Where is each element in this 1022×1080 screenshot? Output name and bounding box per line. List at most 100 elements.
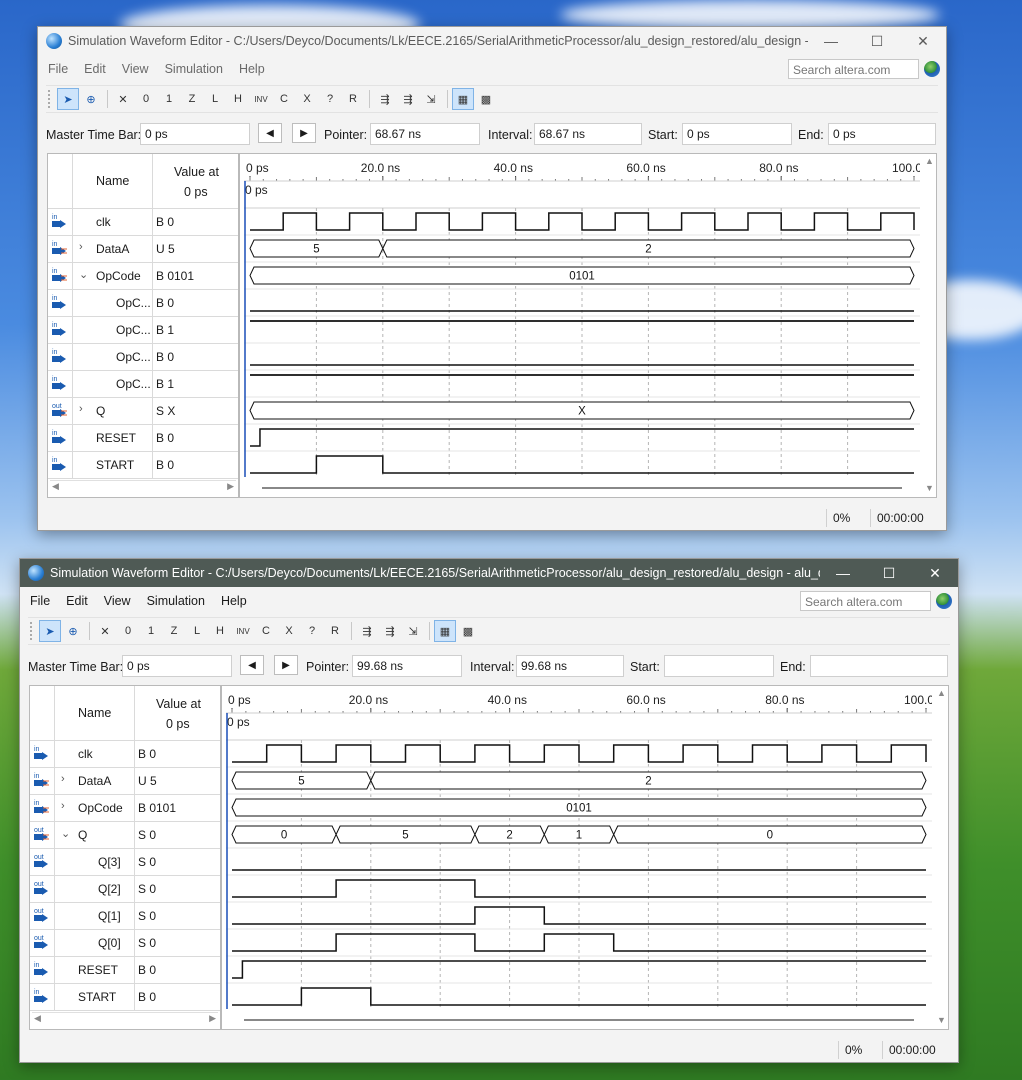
signal-row[interactable]: out Q[2] S 0 — [30, 875, 220, 903]
high-impedance-icon[interactable]: Z — [163, 620, 185, 642]
force-low-icon[interactable]: 0 — [135, 88, 157, 110]
uninitialized-icon[interactable]: ✕ — [94, 620, 116, 642]
signal-row[interactable]: in OpC... B 1 — [48, 316, 238, 344]
waveform-canvas[interactable]: 0 ps 20.0 ns 40.0 ns 60.0 ns 80.0 ns 100.0 ns… — [226, 686, 932, 1009]
zoom-tool-icon[interactable]: ⊕ — [62, 620, 84, 642]
dont-care-icon[interactable]: ? — [301, 620, 323, 642]
signal-row[interactable]: in OpC... B 0 — [48, 289, 238, 317]
weak-high-icon[interactable]: H — [209, 620, 231, 642]
weak-low-icon[interactable]: L — [186, 620, 208, 642]
signal-row[interactable]: in clk B 0 — [30, 740, 220, 768]
name-column-header[interactable]: Name — [96, 174, 129, 188]
maximize-button[interactable]: ☐ — [854, 27, 900, 55]
interval-field[interactable]: 68.67 ns — [534, 123, 642, 145]
expand-chevron-icon[interactable]: › — [61, 800, 65, 812]
signal-row[interactable]: in ⌄ OpCode B 0101 — [48, 262, 238, 290]
dont-care-icon[interactable]: ? — [319, 88, 341, 110]
menu-view[interactable]: View — [114, 62, 157, 76]
grid-options-icon[interactable]: ▩ — [457, 620, 479, 642]
close-button[interactable]: ✕ — [900, 27, 946, 55]
count-value-icon[interactable]: C — [255, 620, 277, 642]
uninitialized-icon[interactable]: ✕ — [112, 88, 134, 110]
menu-view[interactable]: View — [96, 594, 139, 608]
signal-row[interactable]: in START B 0 — [30, 983, 220, 1011]
menu-edit[interactable]: Edit — [58, 594, 96, 608]
signal-row[interactable]: in OpC... B 0 — [48, 343, 238, 371]
title-bar[interactable]: Simulation Waveform Editor - C:/Users/De… — [38, 27, 946, 55]
menu-help[interactable]: Help — [213, 594, 255, 608]
collapse-chevron-icon[interactable]: ⌄ — [61, 827, 70, 840]
signal-row[interactable]: in › DataA U 5 — [30, 767, 220, 795]
signal-row[interactable]: in clk B 0 — [48, 208, 238, 236]
signal-row[interactable]: in START B 0 — [48, 451, 238, 479]
maximize-button[interactable]: ☐ — [866, 559, 912, 587]
menu-help[interactable]: Help — [231, 62, 273, 76]
end-field[interactable] — [810, 655, 948, 677]
generate-netlist-icon[interactable]: ⇲ — [402, 620, 424, 642]
waveform-start[interactable] — [250, 455, 914, 474]
signal-row[interactable]: in RESET B 0 — [48, 424, 238, 452]
force-low-icon[interactable]: 0 — [117, 620, 139, 642]
signal-row[interactable]: out › Q S X — [48, 397, 238, 425]
close-button[interactable]: ✕ — [912, 559, 958, 587]
interval-field[interactable]: 99.68 ns — [516, 655, 624, 677]
run-timing-sim-icon[interactable]: ⇶ — [397, 88, 419, 110]
expand-chevron-icon[interactable]: › — [79, 403, 83, 415]
signal-row[interactable]: in › DataA U 5 — [48, 235, 238, 263]
generate-netlist-icon[interactable]: ⇲ — [420, 88, 442, 110]
waveform-q2[interactable] — [232, 879, 926, 898]
waveform-dataa[interactable]: 52 — [231, 771, 927, 790]
next-transition-button[interactable]: ▶ — [274, 655, 298, 675]
menu-simulation[interactable]: Simulation — [157, 62, 231, 76]
signal-row[interactable]: in › OpCode B 0101 — [30, 794, 220, 822]
snap-to-grid-icon[interactable]: ▦ — [452, 88, 474, 110]
start-field[interactable]: 0 ps — [682, 123, 792, 145]
previous-transition-button[interactable]: ◀ — [240, 655, 264, 675]
expand-chevron-icon[interactable]: › — [79, 241, 83, 253]
zoom-tool-icon[interactable]: ⊕ — [80, 88, 102, 110]
invert-icon[interactable]: INV — [232, 620, 254, 642]
pointer-field[interactable]: 99.68 ns — [352, 655, 462, 677]
waveform-opcode[interactable]: 0101 — [231, 798, 927, 817]
invert-icon[interactable]: INV — [250, 88, 272, 110]
weak-high-icon[interactable]: H — [227, 88, 249, 110]
weak-low-icon[interactable]: L — [204, 88, 226, 110]
name-pane-scrollbar[interactable]: ◀ ▶ — [32, 1012, 218, 1027]
force-high-icon[interactable]: 1 — [158, 88, 180, 110]
search-input[interactable]: Search altera.com — [788, 59, 919, 79]
waveform-q0[interactable] — [232, 933, 926, 952]
waveform-q[interactable]: X — [249, 401, 915, 420]
waveform-vertical-scrollbar[interactable]: ▲ ▼ — [922, 154, 936, 495]
count-value-icon[interactable]: C — [273, 88, 295, 110]
signal-row[interactable]: in RESET B 0 — [30, 956, 220, 984]
minimize-button[interactable]: — — [820, 559, 866, 587]
random-value-icon[interactable]: R — [342, 88, 364, 110]
signal-row[interactable]: out Q[1] S 0 — [30, 902, 220, 930]
menu-file[interactable]: File — [40, 62, 76, 76]
title-bar[interactable]: Simulation Waveform Editor - C:/Users/De… — [20, 559, 958, 587]
next-transition-button[interactable]: ▶ — [292, 123, 316, 143]
selection-tool-icon[interactable]: ➤ — [39, 620, 61, 642]
menu-edit[interactable]: Edit — [76, 62, 114, 76]
run-timing-sim-icon[interactable]: ⇶ — [379, 620, 401, 642]
signal-row[interactable]: out Q[0] S 0 — [30, 929, 220, 957]
search-input[interactable]: Search altera.com — [800, 591, 931, 611]
random-value-icon[interactable]: R — [324, 620, 346, 642]
master-time-bar-field[interactable]: 0 ps — [122, 655, 232, 677]
waveform-start[interactable] — [232, 987, 926, 1006]
run-functional-sim-icon[interactable]: ⇶ — [356, 620, 378, 642]
grid-options-icon[interactable]: ▩ — [475, 88, 497, 110]
globe-icon[interactable] — [936, 593, 952, 609]
end-field[interactable]: 0 ps — [828, 123, 936, 145]
name-column-header[interactable]: Name — [78, 706, 111, 720]
name-pane-scrollbar[interactable]: ◀ ▶ — [50, 480, 236, 495]
collapse-chevron-icon[interactable]: ⌄ — [79, 268, 88, 281]
selection-tool-icon[interactable]: ➤ — [57, 88, 79, 110]
snap-to-grid-icon[interactable]: ▦ — [434, 620, 456, 642]
forcing-unknown-icon[interactable]: X — [296, 88, 318, 110]
signal-row[interactable]: out Q[3] S 0 — [30, 848, 220, 876]
waveform-clk[interactable] — [250, 212, 915, 231]
waveform-dataa[interactable]: 52 — [249, 239, 915, 258]
forcing-unknown-icon[interactable]: X — [278, 620, 300, 642]
force-high-icon[interactable]: 1 — [140, 620, 162, 642]
